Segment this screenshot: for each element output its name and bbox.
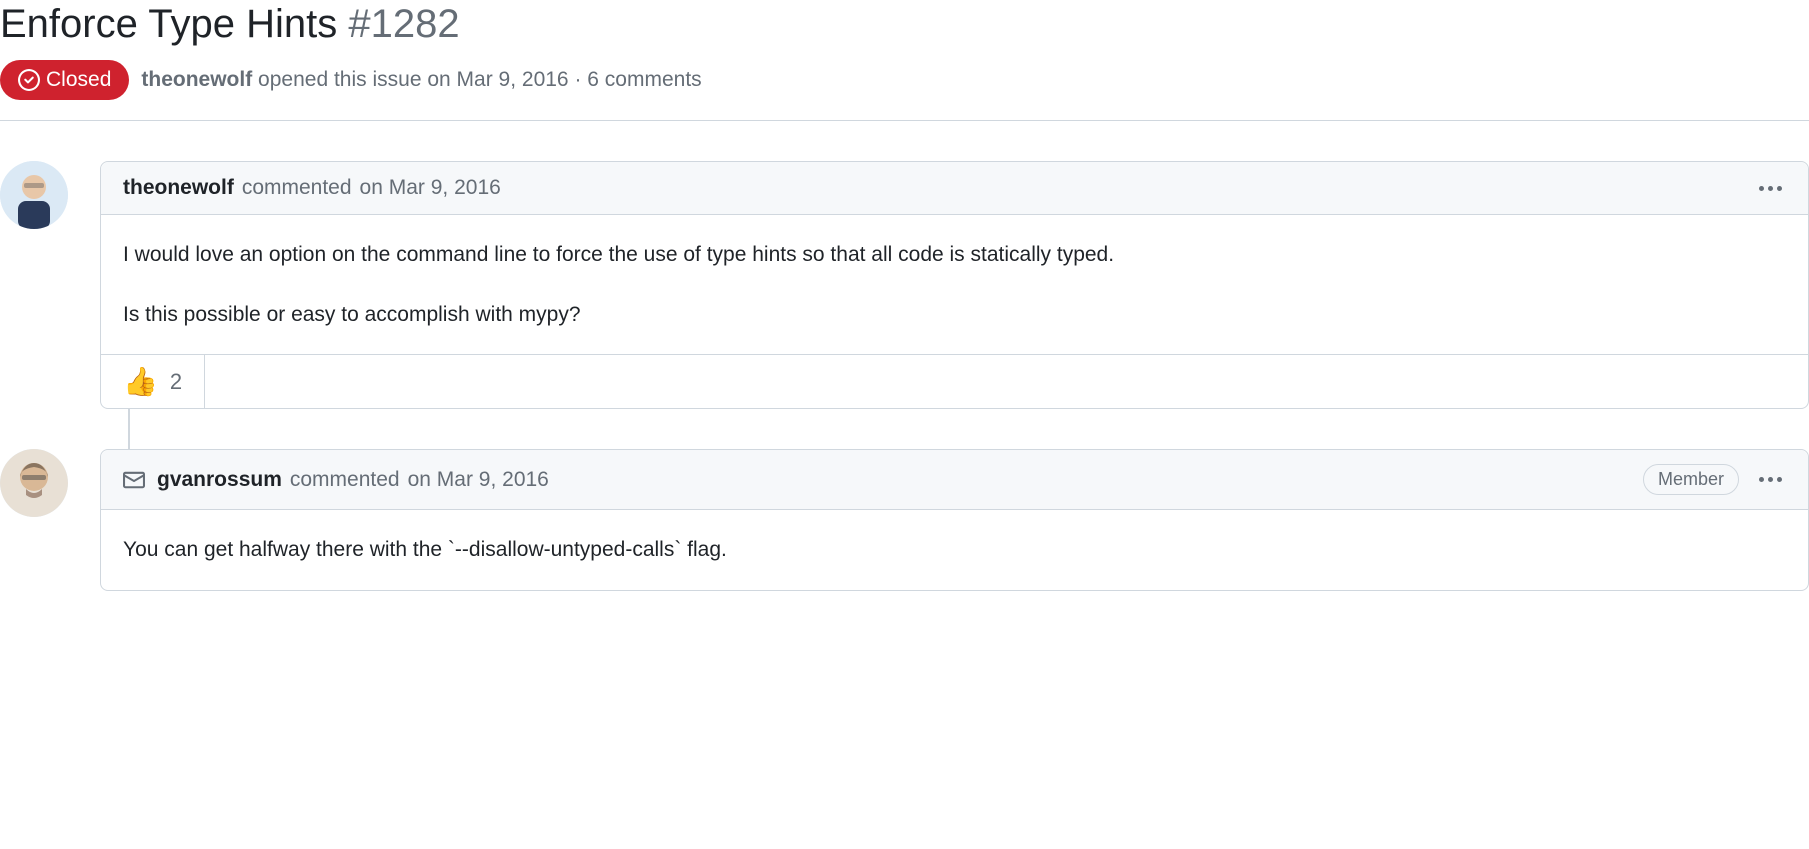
- comment-author-link[interactable]: gvanrossum: [157, 468, 282, 492]
- kebab-menu-icon[interactable]: [1755, 473, 1786, 486]
- comment-paragraph: You can get halfway there with the `--di…: [123, 534, 1786, 566]
- avatar[interactable]: [0, 449, 68, 517]
- thumbs-up-icon: 👍: [123, 365, 158, 398]
- member-badge: Member: [1643, 464, 1739, 495]
- comment-author-link[interactable]: theonewolf: [123, 176, 234, 200]
- meta-separator: ·: [574, 68, 581, 91]
- kebab-menu-icon[interactable]: [1755, 182, 1786, 195]
- comment-paragraph: I would love an option on the command li…: [123, 239, 1786, 271]
- issue-title: Enforce Type Hints #1282: [0, 0, 1809, 48]
- comment-box: theonewolf commented on Mar 9, 2016 I wo…: [100, 161, 1809, 409]
- issue-title-text: Enforce Type Hints: [0, 2, 337, 46]
- comment-body: You can get halfway there with the `--di…: [101, 510, 1808, 590]
- comment-header: gvanrossum commented on Mar 9, 2016 Memb…: [101, 450, 1808, 510]
- comment: theonewolf commented on Mar 9, 2016 I wo…: [100, 161, 1809, 409]
- avatar[interactable]: [0, 161, 68, 229]
- mail-icon: [123, 469, 145, 491]
- reaction-thumbs-up[interactable]: 👍 2: [101, 355, 205, 408]
- comment-date-link[interactable]: on Mar 9, 2016: [408, 468, 549, 492]
- comment-action: commented: [242, 176, 352, 200]
- comment-body: I would love an option on the command li…: [101, 215, 1808, 354]
- issue-byline: theonewolf opened this issue on Mar 9, 2…: [141, 68, 701, 92]
- comment-box: gvanrossum commented on Mar 9, 2016 Memb…: [100, 449, 1809, 591]
- comment-action: commented: [290, 468, 400, 492]
- issue-number: #1282: [348, 2, 459, 46]
- issue-closed-icon: [18, 69, 40, 91]
- reaction-count: 2: [170, 369, 182, 395]
- opened-date[interactable]: on Mar 9, 2016: [427, 68, 568, 91]
- comment-paragraph: Is this possible or easy to accomplish w…: [123, 299, 1786, 331]
- comment-count: 6 comments: [587, 68, 701, 91]
- reactions-bar: 👍 2: [101, 354, 1808, 408]
- comment-header: theonewolf commented on Mar 9, 2016: [101, 162, 1808, 215]
- timeline: theonewolf commented on Mar 9, 2016 I wo…: [0, 161, 1809, 591]
- comment-date-link[interactable]: on Mar 9, 2016: [360, 176, 501, 200]
- issue-author-link[interactable]: theonewolf: [141, 68, 252, 91]
- status-badge-closed: Closed: [0, 60, 129, 100]
- issue-meta: Closed theonewolf opened this issue on M…: [0, 60, 1809, 100]
- issue-header: Enforce Type Hints #1282 Closed theonewo…: [0, 0, 1809, 121]
- comment: gvanrossum commented on Mar 9, 2016 Memb…: [100, 449, 1809, 591]
- status-label: Closed: [46, 68, 111, 92]
- opened-text: opened this issue: [258, 68, 421, 91]
